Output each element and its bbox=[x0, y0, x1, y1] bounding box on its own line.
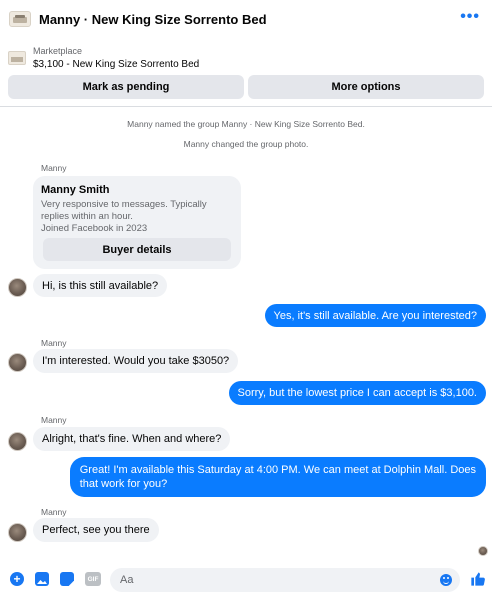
seller-description-line: Joined Facebook in 2023 bbox=[41, 223, 148, 234]
plus-icon[interactable]: + bbox=[10, 572, 24, 586]
incoming-message[interactable]: Hi, is this still available? bbox=[33, 274, 168, 297]
seller-profile-card: Manny Smith Very responsive to messages.… bbox=[33, 176, 241, 269]
sender-name: Manny bbox=[41, 415, 67, 425]
read-receipt-avatar bbox=[478, 546, 488, 556]
seller-description-line: Very responsive to messages. Typically bbox=[41, 199, 207, 210]
photo-icon[interactable] bbox=[35, 572, 49, 586]
buyer-details-button[interactable]: Buyer details bbox=[43, 238, 231, 261]
message-line: Great! I'm available this Saturday at 4:… bbox=[79, 464, 476, 476]
outgoing-message[interactable]: Sorry, but the lowest price I can accept… bbox=[228, 381, 486, 405]
incoming-message[interactable]: Perfect, see you there bbox=[33, 518, 159, 542]
ellipsis-icon[interactable]: ••• bbox=[460, 9, 480, 25]
avatar[interactable] bbox=[8, 432, 27, 451]
outgoing-message[interactable]: Yes, it's still available. Are you inter… bbox=[264, 304, 486, 327]
marketplace-listing[interactable]: Marketplace $3,100 - New King Size Sorre… bbox=[8, 44, 484, 72]
outgoing-message[interactable]: Great! I'm available this Saturday at 4:… bbox=[69, 457, 486, 497]
mark-as-pending-button[interactable]: Mark as pending bbox=[8, 75, 244, 99]
listing-price-title[interactable]: $3,100 - New King Size Sorrento Bed bbox=[33, 58, 199, 71]
system-message: Manny changed the group photo. bbox=[183, 139, 309, 149]
listing-texts: Marketplace $3,100 - New King Size Sorre… bbox=[33, 45, 199, 71]
listing-small-thumbnail bbox=[8, 51, 26, 65]
seller-description-line: replies within an hour. bbox=[41, 211, 133, 222]
incoming-message[interactable]: I'm interested. Would you take $3050? bbox=[33, 349, 239, 373]
message-line: that work for you? bbox=[79, 478, 168, 490]
message-composer: + GIF bbox=[0, 566, 492, 594]
more-options-button[interactable]: More options bbox=[248, 75, 484, 99]
chat-header: Manny · New King Size Sorrento Bed ••• bbox=[0, 0, 492, 38]
listing-actions: Mark as pending More options bbox=[8, 75, 484, 99]
system-message: Manny named the group Manny · New King S… bbox=[127, 119, 365, 129]
message-input[interactable] bbox=[110, 568, 460, 592]
sticker-icon[interactable] bbox=[60, 572, 74, 586]
chat-title[interactable]: Manny · New King Size Sorrento Bed bbox=[39, 12, 267, 27]
seller-name[interactable]: Manny Smith bbox=[41, 184, 233, 196]
emoji-icon[interactable] bbox=[440, 574, 452, 586]
listing-thumbnail[interactable] bbox=[9, 11, 31, 27]
avatar[interactable] bbox=[8, 278, 27, 297]
incoming-message[interactable]: Alright, that's fine. When and where? bbox=[33, 427, 231, 451]
gif-icon[interactable]: GIF bbox=[85, 572, 101, 586]
listing-label: Marketplace bbox=[33, 46, 83, 56]
sender-name: Manny bbox=[41, 163, 67, 173]
sender-name: Manny bbox=[41, 507, 67, 517]
avatar[interactable] bbox=[8, 523, 27, 542]
divider bbox=[0, 106, 492, 107]
sender-name: Manny bbox=[41, 338, 67, 348]
thumbs-up-icon[interactable] bbox=[470, 571, 486, 587]
avatar[interactable] bbox=[8, 353, 27, 372]
seller-description: Very responsive to messages. Typically r… bbox=[41, 199, 233, 235]
